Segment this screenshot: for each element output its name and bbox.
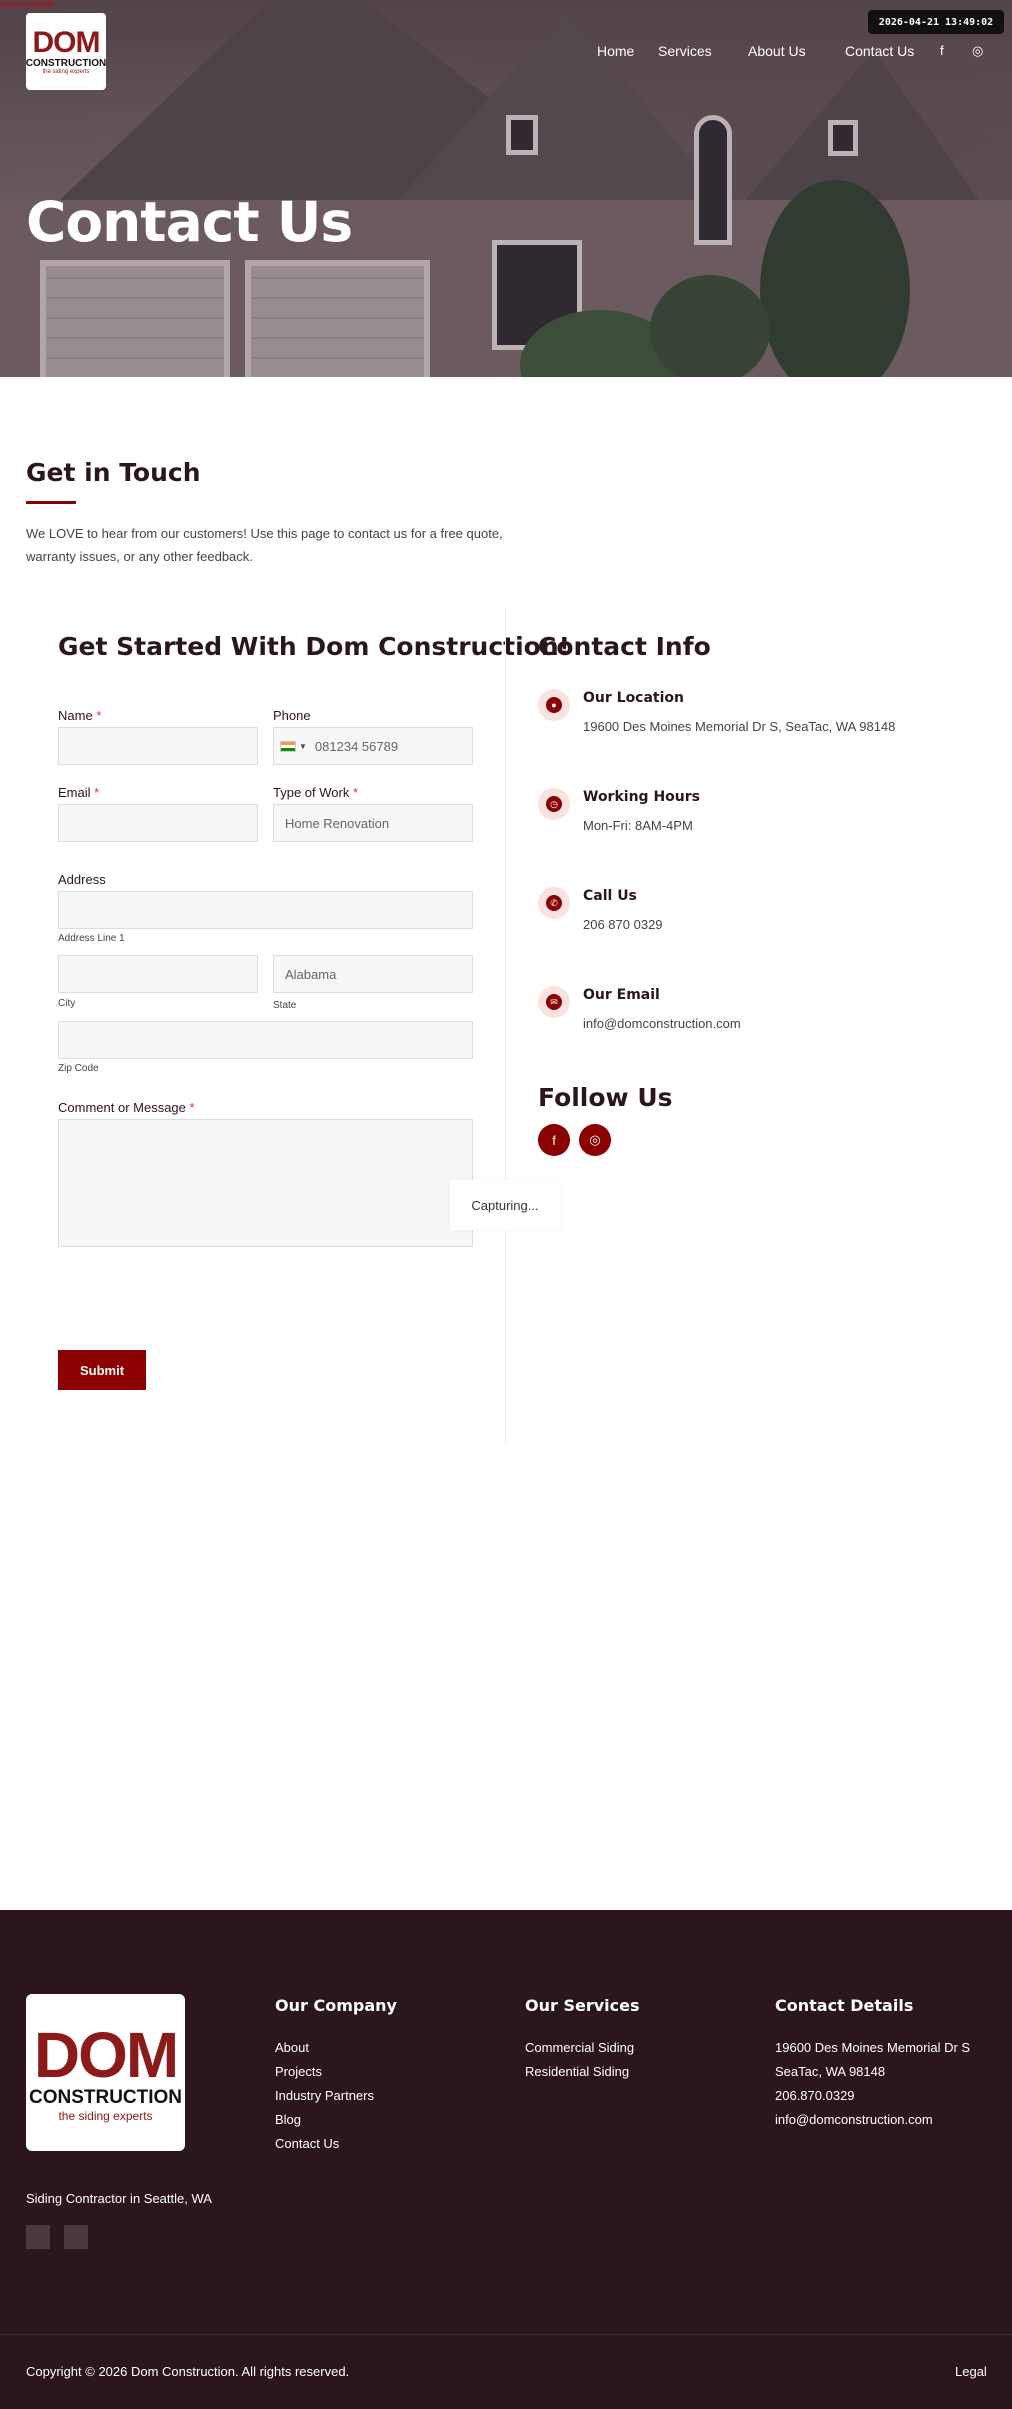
call-value: 206 870 0329 [583,917,663,932]
timestamp-badge: 2026-04-21 13:49:02 [868,10,1004,34]
city-label: City [58,998,76,1009]
social-placeholder-icon[interactable] [26,2225,50,2249]
submit-button[interactable]: Submit [58,1350,146,1390]
comment-textarea[interactable] [58,1119,473,1247]
location-value: 19600 Des Moines Memorial Dr S, SeaTac, … [583,719,896,734]
email-label: Email * [58,785,100,800]
hours-title: Working Hours [583,789,700,805]
logo-word: CONSTRUCTION [25,58,107,69]
footer-link-commercial[interactable]: Commercial Siding [525,2040,634,2055]
form-title: Get Started With Dom Construction! [58,632,571,661]
footer-link-partners[interactable]: Industry Partners [275,2088,374,2103]
facebook-icon[interactable]: f [538,1124,570,1156]
footer-link-about[interactable]: About [275,2040,309,2055]
footer-link-blog[interactable]: Blog [275,2112,301,2127]
hours-value: Mon-Fri: 8AM-4PM [583,818,693,833]
column-divider [505,606,506,1444]
title-underline [26,501,76,504]
city-field[interactable] [58,955,258,993]
page-title: Contact Us [26,190,353,254]
phone-placeholder: 081234 56789 [314,738,399,754]
contact-info-title: Contact Info [538,632,711,661]
logo-big: DOM [32,26,101,59]
social-placeholder-icon[interactable] [64,2225,88,2249]
footer-divider [0,2334,1012,2335]
nav-contact[interactable]: Contact Us [845,43,914,59]
envelope-icon: ✉ [538,986,570,1018]
section-title: Get in Touch [26,458,201,487]
comment-label: Comment or Message * [58,1100,195,1115]
footer-address-line1: 19600 Des Moines Memorial Dr S [775,2040,971,2055]
footer-services-title: Our Services [525,1996,640,2015]
email-value[interactable]: info@domconstruction.com [583,1016,741,1031]
capturing-overlay: Capturing... [450,1180,560,1230]
site-logo[interactable]: DOM CONSTRUCTION the siding experts [26,13,106,90]
email-title: Our Email [583,987,660,1003]
footer-logo-big: DOM [33,2018,179,2091]
legal-link[interactable]: Legal [955,2364,987,2379]
work-label: Type of Work * [273,785,359,800]
state-select[interactable]: Alabama [273,955,473,993]
footer-logo[interactable]: DOM CONSTRUCTION the siding experts [26,1994,185,2151]
clock-icon: ◷ [538,788,570,820]
call-title: Call Us [583,888,637,904]
phone-label: Phone [273,708,311,723]
nav-home[interactable]: Home [597,43,634,59]
logo-tagline: the siding experts [42,69,90,75]
follow-title: Follow Us [538,1083,673,1112]
footer-company-title: Our Company [275,1996,397,2015]
site-footer: DOM CONSTRUCTION the siding experts Sidi… [0,1910,1012,2409]
address-line1-label: Address Line 1 [58,933,125,944]
chevron-down-icon: ▼ [299,741,307,751]
footer-details-title: Contact Details [775,1996,914,2015]
copyright-text: Copyright © 2026 Dom Construction. All r… [26,2364,350,2379]
location-pin-icon: ● [538,689,570,721]
facebook-icon[interactable]: f [940,43,944,58]
footer-address-line2: SeaTac, WA 98148 [775,2064,886,2079]
nav-about[interactable]: About Us [748,43,806,59]
footer-phone[interactable]: 206.870.0329 [775,2088,855,2103]
zip-field[interactable] [58,1021,473,1059]
footer-link-contact[interactable]: Contact Us [275,2136,339,2151]
address-line1-field[interactable] [58,891,473,929]
footer-link-projects[interactable]: Projects [275,2064,322,2079]
instagram-icon[interactable]: ◎ [579,1124,611,1156]
debug-label: ScreenshotEdit [0,0,55,9]
intro-text: We LOVE to hear from our customers! Use … [26,526,503,564]
footer-tagline: Siding Contractor in Seattle, WA [26,2191,212,2206]
india-flag-icon[interactable] [280,740,296,752]
zip-label: Zip Code [58,1063,99,1074]
instagram-icon[interactable]: ◎ [972,43,983,59]
footer-logo-tagline: the siding experts [58,2108,153,2123]
email-field[interactable] [58,804,258,842]
name-label: Name * [58,708,102,723]
phone-icon: ✆ [538,887,570,919]
footer-email[interactable]: info@domconstruction.com [775,2112,933,2127]
nav-services[interactable]: Services [658,43,712,59]
phone-field[interactable]: ▼ 081234 56789 [273,727,473,765]
address-label: Address [58,872,106,887]
work-select[interactable]: Home Renovation [273,804,473,842]
footer-logo-word: CONSTRUCTION [28,2086,183,2108]
state-label: State [273,1000,297,1011]
location-title: Our Location [583,690,685,706]
footer-link-residential[interactable]: Residential Siding [525,2064,629,2079]
name-field[interactable] [58,727,258,765]
